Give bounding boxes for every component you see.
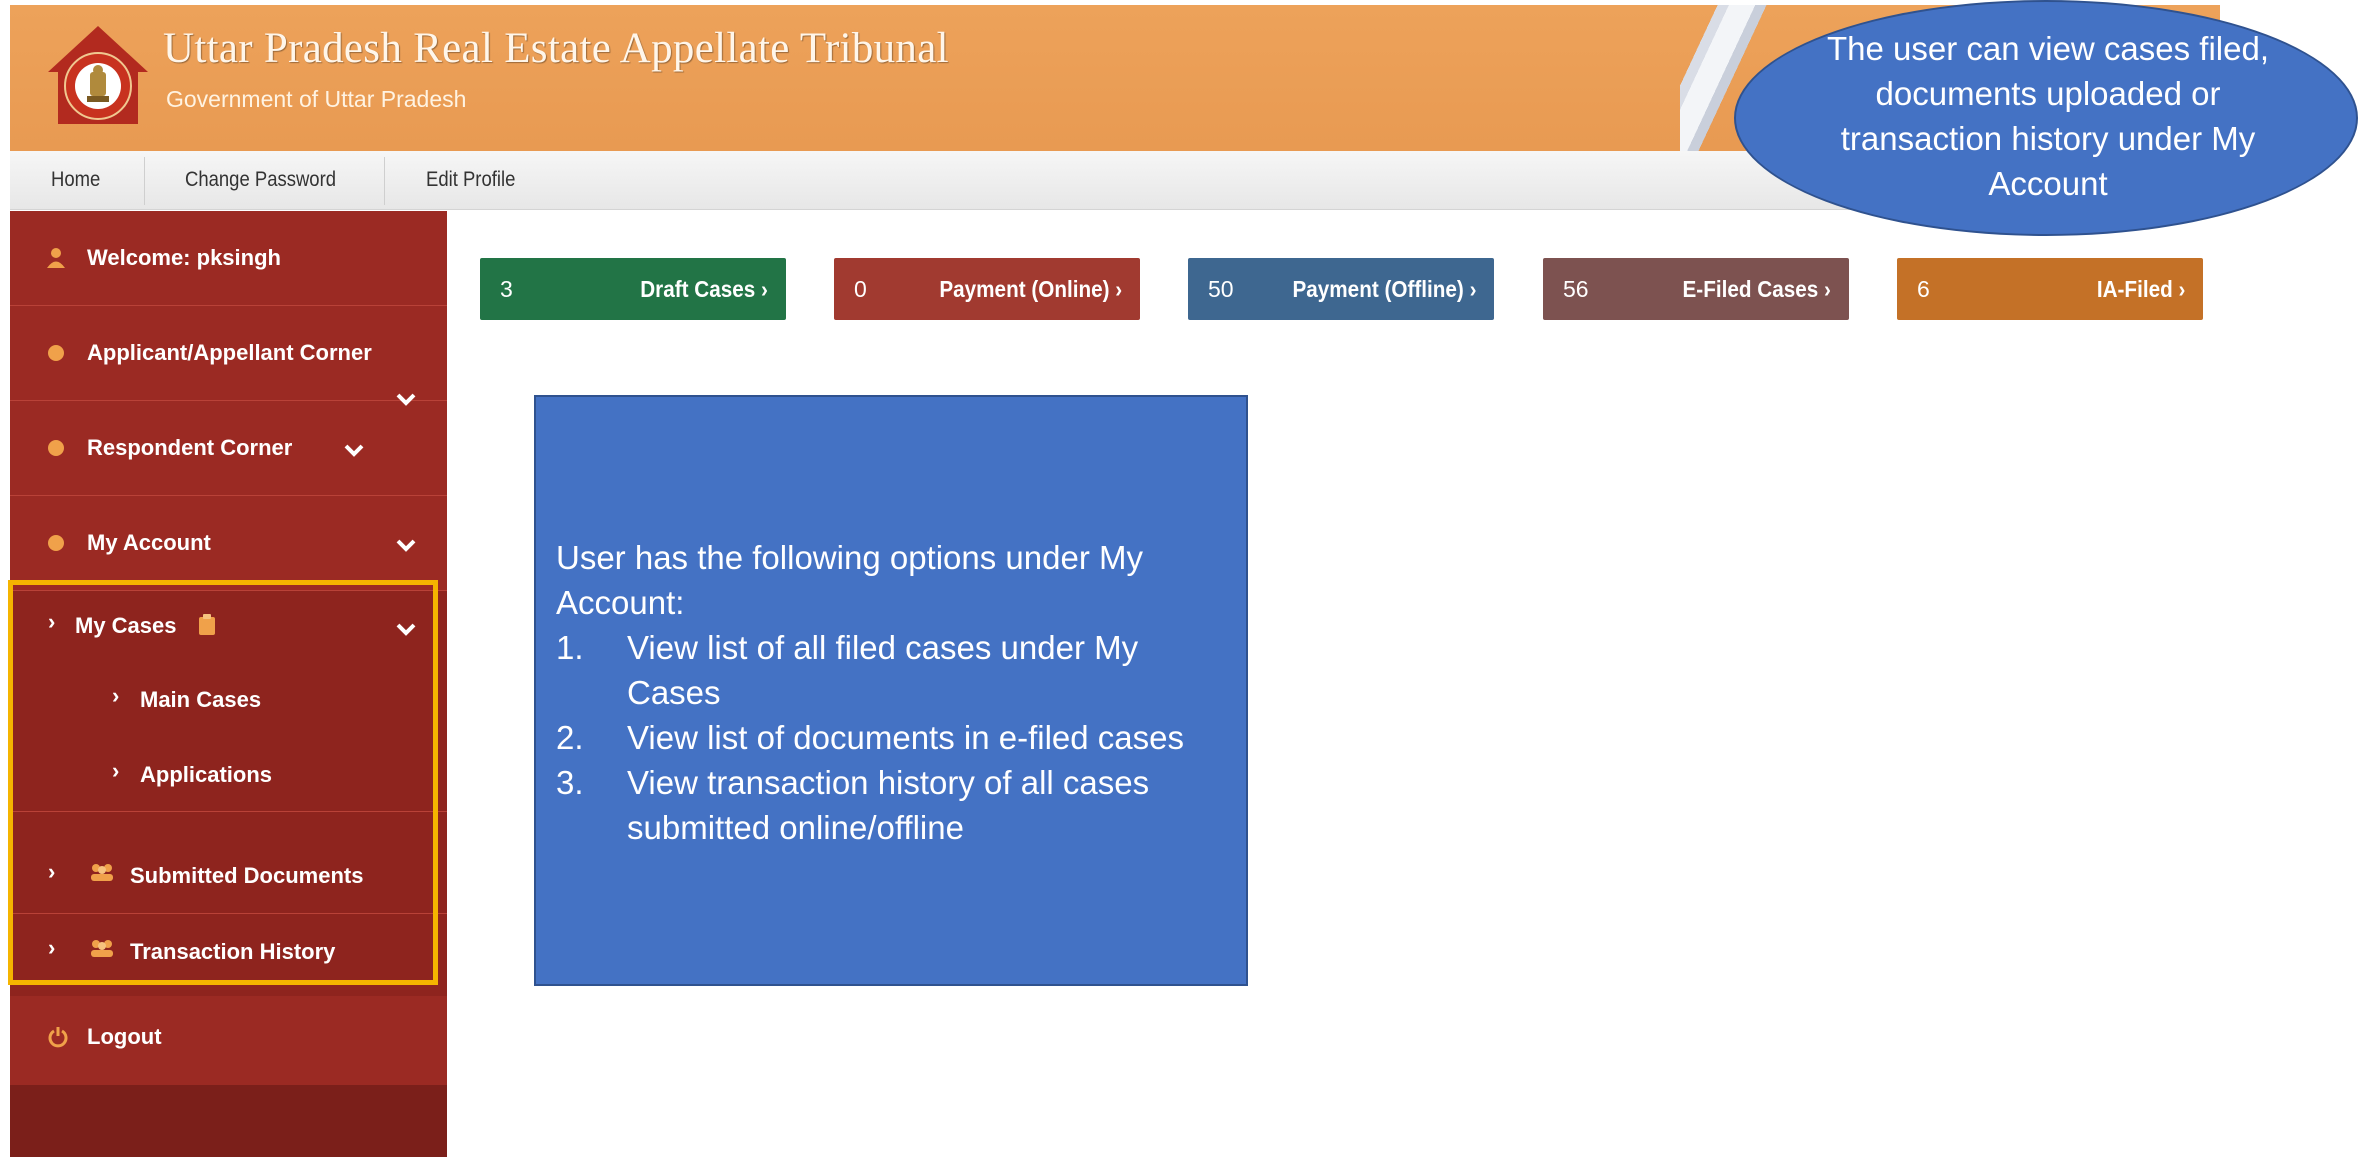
nav-divider [144, 157, 145, 205]
sidebar-item-submitted-documents[interactable]: › Submitted Documents [10, 837, 447, 914]
circle-icon [48, 440, 64, 456]
stat-label: E-Filed Cases › [1682, 276, 1831, 302]
my-account-options-annotation: User has the following options under My … [534, 395, 1248, 986]
callout-ellipse: The user can view cases filed, documents… [1734, 0, 2358, 236]
list-number: 1. [556, 629, 584, 666]
sidebar-item-respondent-corner[interactable]: Respondent Corner [10, 401, 447, 496]
annotation-intro: User has the following options under My … [556, 539, 1143, 621]
stat-label: IA-Filed › [2096, 276, 2185, 302]
clipboard-icon [199, 614, 215, 635]
sidebar-item-applications[interactable]: › Applications [10, 736, 447, 812]
stat-card-ia-filed[interactable]: 6 IA-Filed › [1897, 258, 2203, 320]
list-number: 2. [556, 719, 584, 756]
sidebar-item-label: Submitted Documents [130, 863, 364, 888]
sidebar-item-my-account[interactable]: My Account [10, 496, 447, 591]
chevron-down-icon[interactable] [344, 443, 364, 457]
circle-icon [48, 535, 64, 551]
sidebar-item-main-cases[interactable]: › Main Cases [10, 661, 447, 736]
chevron-right-icon: › [48, 935, 56, 960]
sidebar-item-transaction-history[interactable]: › Transaction History [10, 913, 447, 989]
site-subtitle: Government of Uttar Pradesh [166, 86, 467, 112]
power-icon [48, 1027, 68, 1048]
sidebar-item-logout[interactable]: Logout [10, 996, 447, 1085]
chevron-down-icon[interactable] [396, 538, 416, 552]
list-item: 2. View list of documents in e-filed case… [556, 715, 1226, 760]
nav-change-password[interactable]: Change Password [185, 151, 336, 209]
users-icon [91, 864, 113, 881]
sidebar-footer [10, 1085, 447, 1157]
callout-text: The user can view cases filed, documents… [1826, 30, 2270, 202]
nav-home[interactable]: Home [51, 151, 100, 209]
sidebar-item-label: Applications [140, 762, 273, 787]
stat-label: Payment (Offline) › [1291, 276, 1476, 302]
list-number: 3. [556, 764, 584, 801]
list-text: View list of all filed cases under My Ca… [627, 629, 1139, 711]
welcome-text: Welcome: pksingh [87, 245, 281, 270]
sidebar-item-label: My Account [87, 530, 211, 555]
sidebar-item-label: Respondent Corner [87, 435, 293, 460]
stat-count: 50 [1208, 276, 1234, 302]
stat-card-payment-online[interactable]: 0 Payment (Online) › [834, 258, 1140, 320]
chevron-down-icon[interactable] [396, 622, 416, 636]
stat-card-e-filed-cases[interactable]: 56 E-Filed Cases › [1543, 258, 1849, 320]
list-item: 1. View list of all filed cases under My … [556, 625, 1226, 715]
site-title: Uttar Pradesh Real Estate Appellate Trib… [163, 25, 949, 72]
users-icon [91, 940, 113, 957]
chevron-right-icon: › [48, 859, 56, 884]
stat-label: Payment (Online) › [939, 276, 1122, 302]
sidebar-item-applicant-corner[interactable]: Applicant/Appellant Corner [10, 306, 447, 406]
tribunal-logo-icon [48, 26, 148, 124]
nav-divider [384, 157, 385, 205]
annotation-options-list: 1. View list of all filed cases under My … [556, 625, 1226, 850]
stat-count: 3 [500, 276, 513, 302]
sidebar-item-label: Logout [87, 1024, 162, 1049]
chevron-right-icon: › [112, 758, 120, 783]
circle-icon [48, 345, 64, 361]
sidebar-welcome: Welcome: pksingh [10, 211, 447, 306]
stat-card-payment-offline[interactable]: 50 Payment (Offline) › [1188, 258, 1494, 320]
stat-count: 56 [1563, 276, 1589, 302]
user-icon [47, 248, 65, 268]
sidebar-item-label: Main Cases [140, 687, 262, 712]
sidebar: Welcome: pksingh Applicant/Appellant Cor… [10, 211, 447, 1157]
list-text: View transaction history of all cases su… [627, 764, 1150, 846]
chevron-right-icon: › [48, 609, 56, 634]
stat-label: Draft Cases › [640, 276, 768, 302]
sidebar-item-label: Applicant/Appellant Corner [87, 340, 372, 365]
stat-count: 6 [1917, 276, 1930, 302]
chevron-right-icon: › [112, 683, 120, 708]
stat-card-draft-cases[interactable]: 3 Draft Cases › [480, 258, 786, 320]
sidebar-item-label: My Cases [75, 613, 177, 638]
sidebar-item-label: Transaction History [130, 939, 336, 964]
nav-edit-profile[interactable]: Edit Profile [426, 151, 515, 209]
sidebar-item-my-cases[interactable]: › My Cases [10, 591, 447, 661]
stat-count: 0 [854, 276, 867, 302]
list-item: 3. View transaction history of all cases … [556, 760, 1226, 850]
list-text: View list of documents in e-filed cases [627, 719, 1184, 756]
